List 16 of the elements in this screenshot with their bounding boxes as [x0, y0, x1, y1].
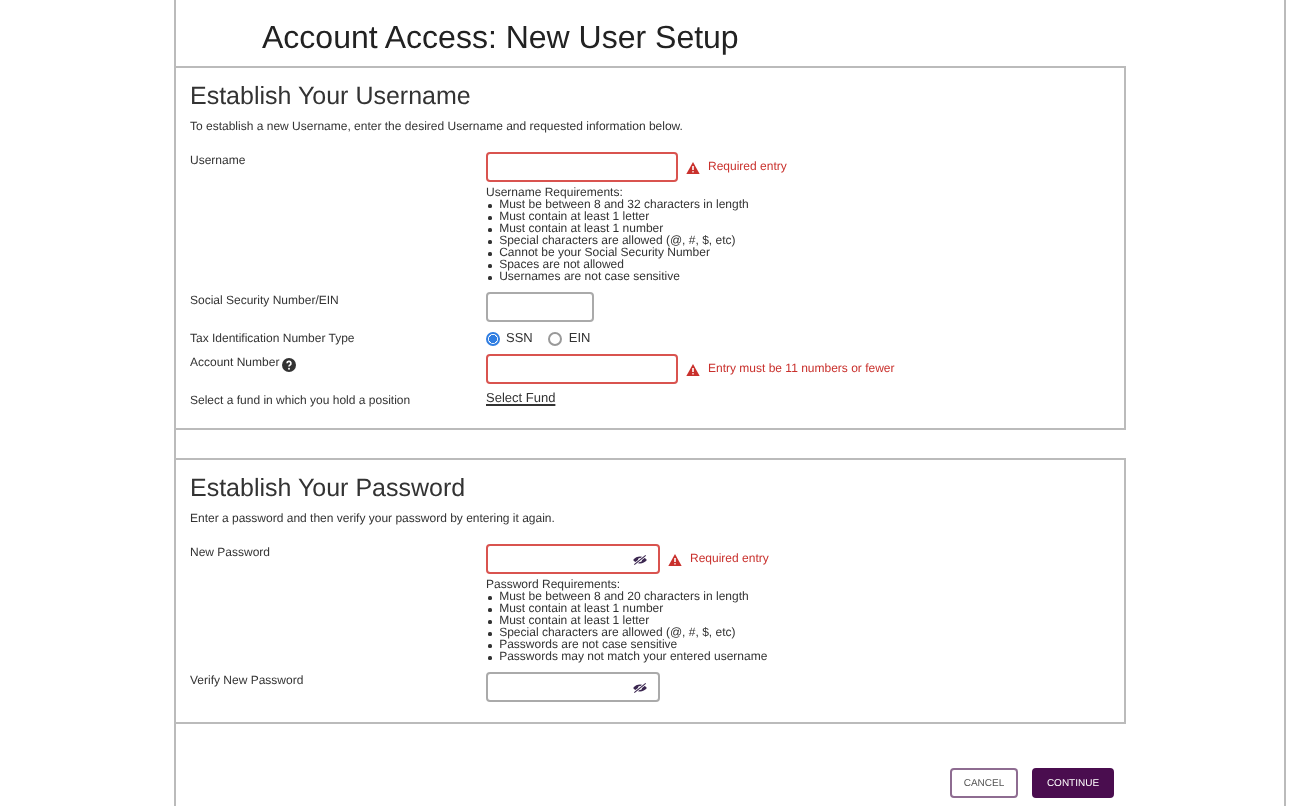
hidden-eye-icon[interactable] — [632, 681, 648, 693]
hidden-eye-icon[interactable] — [632, 553, 648, 565]
help-icon[interactable] — [281, 358, 296, 372]
warning-icon — [686, 161, 700, 173]
warning-icon — [686, 363, 700, 375]
input-field[interactable] — [486, 292, 594, 322]
page-title: Account Access: New User Setup — [260, 20, 741, 60]
password-field[interactable] — [486, 672, 660, 702]
section-heading: Establish Your Password — [190, 474, 468, 502]
input-field[interactable] — [486, 354, 678, 384]
warning-icon — [668, 553, 682, 565]
password-field[interactable] — [486, 544, 660, 574]
radio-button[interactable] — [548, 332, 563, 346]
input-field[interactable] — [486, 152, 678, 182]
radio-button[interactable] — [486, 332, 500, 346]
section-heading: Establish Your Username — [190, 82, 473, 110]
